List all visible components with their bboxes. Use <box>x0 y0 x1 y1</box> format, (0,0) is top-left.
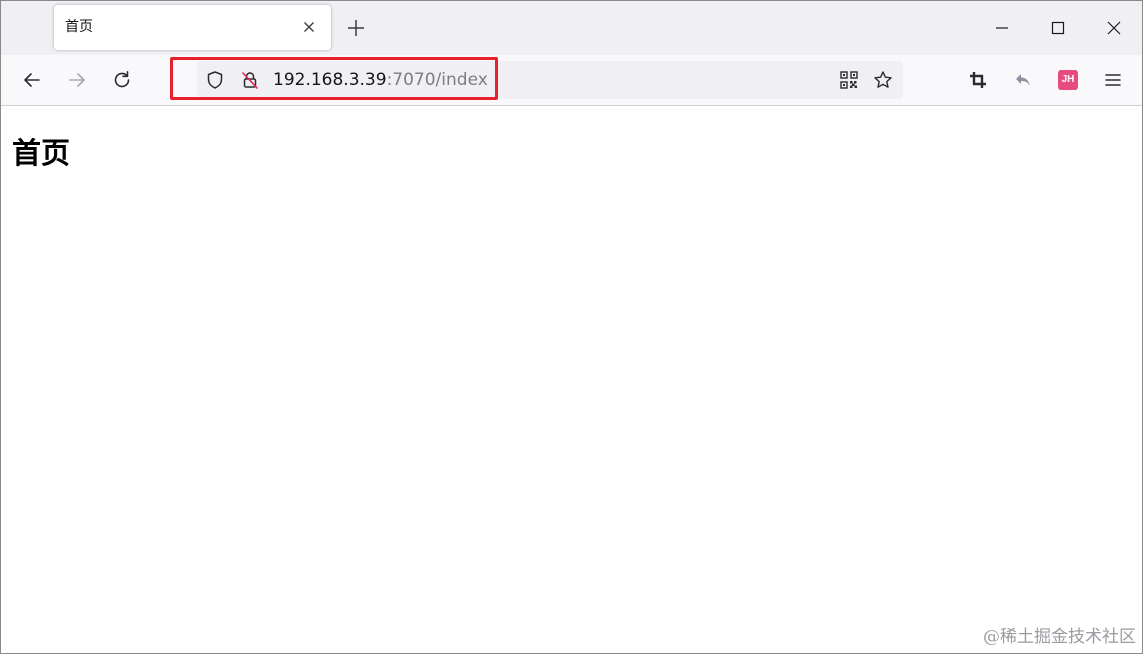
url-path: :7070/index <box>386 70 488 90</box>
minimize-icon[interactable] <box>991 17 1013 39</box>
shield-icon[interactable] <box>205 70 225 90</box>
undo-arrow-icon[interactable] <box>1012 69 1034 91</box>
insecure-lock-icon[interactable] <box>240 70 260 90</box>
close-icon[interactable] <box>300 18 318 36</box>
url-host: 192.168.3.39 <box>273 70 387 90</box>
tab-title: 首页 <box>65 19 93 35</box>
navigation-bar: 192.168.3.39:7070/index JH <box>1 55 1142 106</box>
watermark-text: @稀土掘金技术社区 <box>983 627 1136 647</box>
browser-window: 首页 192.168.3.39:7070/index JH 首页 @稀土掘金技术… <box>0 0 1143 654</box>
tab-strip: 首页 <box>1 1 1142 55</box>
plus-icon[interactable] <box>345 17 367 39</box>
forward-arrow-icon[interactable] <box>66 69 88 91</box>
page-heading: 首页 <box>12 136 71 170</box>
url-bar[interactable]: 192.168.3.39:7070/index <box>197 61 903 99</box>
tab-home[interactable]: 首页 <box>54 5 331 50</box>
maximize-icon[interactable] <box>1047 17 1069 39</box>
reload-icon[interactable] <box>111 69 133 91</box>
window-close-icon[interactable] <box>1103 17 1125 39</box>
qr-code-icon[interactable] <box>839 70 859 90</box>
avatar-badge[interactable]: JH <box>1058 70 1078 90</box>
url-text[interactable]: 192.168.3.39:7070/index <box>273 70 488 90</box>
back-arrow-icon[interactable] <box>21 69 43 91</box>
page-content: 首页 @稀土掘金技术社区 <box>1 106 1142 653</box>
bookmark-star-icon[interactable] <box>873 70 893 90</box>
crop-icon[interactable] <box>967 69 989 91</box>
hamburger-menu-icon[interactable] <box>1102 69 1124 91</box>
